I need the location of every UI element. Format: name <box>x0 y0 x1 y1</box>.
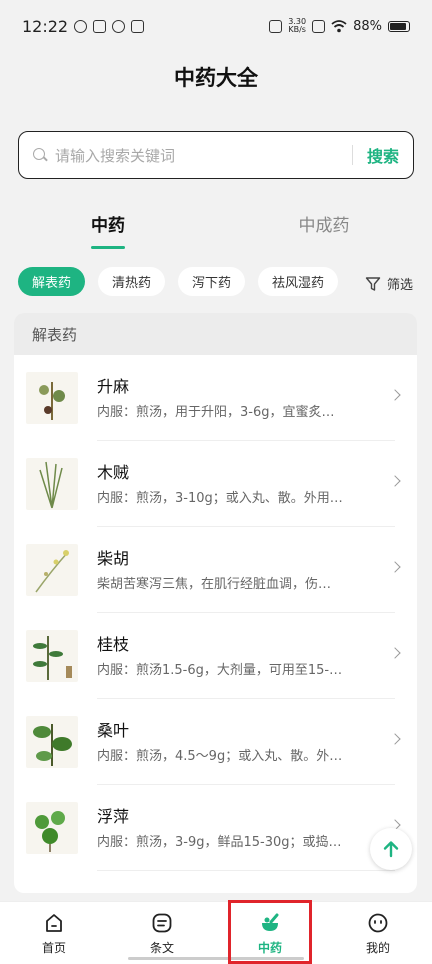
chip-purgative[interactable]: 泻下药 <box>178 267 246 296</box>
arrow-up-icon <box>383 841 399 858</box>
nav-home[interactable]: 首页 <box>0 902 108 964</box>
chip-heat-clearing[interactable]: 清热药 <box>98 267 166 296</box>
nav-herbs-label: 中药 <box>257 941 282 955</box>
net-speed: 3.30 KB/s <box>288 17 307 34</box>
back-to-top-button[interactable] <box>370 828 412 870</box>
battery-percent: 88% <box>353 18 382 34</box>
nav-articles-label: 条文 <box>149 941 174 955</box>
chip-exterior-release[interactable]: 解表药 <box>18 267 86 296</box>
link-icon <box>112 19 126 33</box>
herb-desc: 内服：煎汤，用于升阳，3-6g，宜蜜炙… <box>97 405 335 420</box>
mortar-pestle-icon <box>262 913 279 931</box>
list-item[interactable]: 桂枝 内服：煎汤1.5-6g，大剂量，可用至15-… <box>14 613 417 699</box>
nav-profile-label: 我的 <box>365 941 390 955</box>
herb-name: 桂枝 <box>97 635 130 654</box>
gesture-bar[interactable] <box>128 957 304 960</box>
herb-name: 木贼 <box>97 463 130 482</box>
nav-articles[interactable]: 条文 <box>108 902 216 964</box>
tab-patent-medicine[interactable]: 中成药 <box>274 211 374 236</box>
herb-thumbnail <box>26 802 78 854</box>
chevron-right-icon <box>389 475 401 487</box>
list-item[interactable]: 升麻 内服：煎汤，用于升阳，3-6g，宜蜜炙… <box>14 355 417 441</box>
chip-wind-damp[interactable]: 祛风湿药 <box>258 267 339 296</box>
tiktok-icon <box>93 19 107 33</box>
herb-name: 柴胡 <box>97 549 130 568</box>
herb-thumbnail <box>26 372 78 424</box>
vibrate-icon <box>269 19 283 33</box>
filter-button[interactable]: 筛选 <box>365 274 413 293</box>
list-item[interactable]: 木贼 内服：煎汤，3-10g；或入丸、散。外用… <box>14 441 417 527</box>
sim-icon <box>312 19 326 33</box>
tab-herbs[interactable]: 中药 <box>58 211 158 236</box>
chevron-right-icon <box>389 733 401 745</box>
herb-name: 升麻 <box>97 377 130 396</box>
list-item[interactable]: 柴胡 柴胡苦寒泻三焦，在肌行经脏血调，伤… <box>14 527 417 613</box>
search-input[interactable]: 请输入搜索关键词 <box>55 145 352 166</box>
divider <box>97 870 395 871</box>
search-divider <box>351 145 353 165</box>
chevron-right-icon <box>389 389 401 401</box>
list-item[interactable]: 桑叶 内服：煎汤，4.5～9g；或入丸、散。外… <box>14 699 417 785</box>
herb-desc: 内服：煎汤，4.5～9g；或入丸、散。外… <box>97 749 343 764</box>
herb-desc: 内服：煎汤1.5-6g，大剂量，可用至15-… <box>97 663 343 678</box>
bottom-nav: 首页 条文 中药 我的 <box>0 901 432 964</box>
wifi-icon <box>331 20 347 33</box>
app-icon <box>131 19 145 33</box>
search-icon <box>33 148 47 162</box>
chevron-right-icon <box>389 647 401 659</box>
herb-desc: 内服：煎汤，3-9g，鲜品15-30g；或捣… <box>97 835 342 850</box>
filter-icon <box>365 276 381 291</box>
herb-thumbnail <box>26 458 78 510</box>
nav-herbs[interactable]: 中药 <box>216 902 324 964</box>
status-time: 12:22 <box>22 16 69 36</box>
document-icon <box>152 913 172 933</box>
herb-desc: 柴胡苦寒泻三焦，在肌行经脏血调，伤… <box>97 577 332 592</box>
filter-label: 筛选 <box>387 278 414 293</box>
nav-home-label: 首页 <box>41 941 66 955</box>
smiley-icon <box>368 913 388 933</box>
battery-icon <box>388 20 410 32</box>
herb-thumbnail <box>26 716 78 768</box>
category-tabs: 中药 中成药 <box>0 211 432 251</box>
herb-thumbnail <box>26 630 78 682</box>
home-icon <box>46 914 62 932</box>
herb-name: 桑叶 <box>97 721 130 740</box>
section-header: 解表药 <box>14 313 417 355</box>
search-button[interactable]: 搜索 <box>367 143 399 167</box>
herb-thumbnail <box>26 544 78 596</box>
chevron-right-icon <box>389 561 401 573</box>
list-item[interactable]: 浮萍 内服：煎汤，3-9g，鲜品15-30g；或捣… <box>14 785 417 871</box>
search-box[interactable]: 请输入搜索关键词 搜索 <box>18 131 414 179</box>
herb-list: 解表药 升麻 内服：煎汤，用于升阳，3-6g，宜蜜炙… 木贼 内服：煎汤，3-1… <box>14 313 417 893</box>
subcategory-chips: 解表药 清热药 泻下药 祛风湿药 <box>18 267 339 296</box>
herb-desc: 内服：煎汤，3-10g；或入丸、散。外用… <box>97 491 343 506</box>
herb-name: 浮萍 <box>97 807 130 826</box>
app-notification-icon <box>74 19 88 33</box>
tab-indicator <box>91 246 125 249</box>
status-bar: 12:22 3.30 KB/s 88% <box>0 0 432 52</box>
page-title: 中药大全 <box>174 66 258 90</box>
nav-profile[interactable]: 我的 <box>324 902 432 964</box>
